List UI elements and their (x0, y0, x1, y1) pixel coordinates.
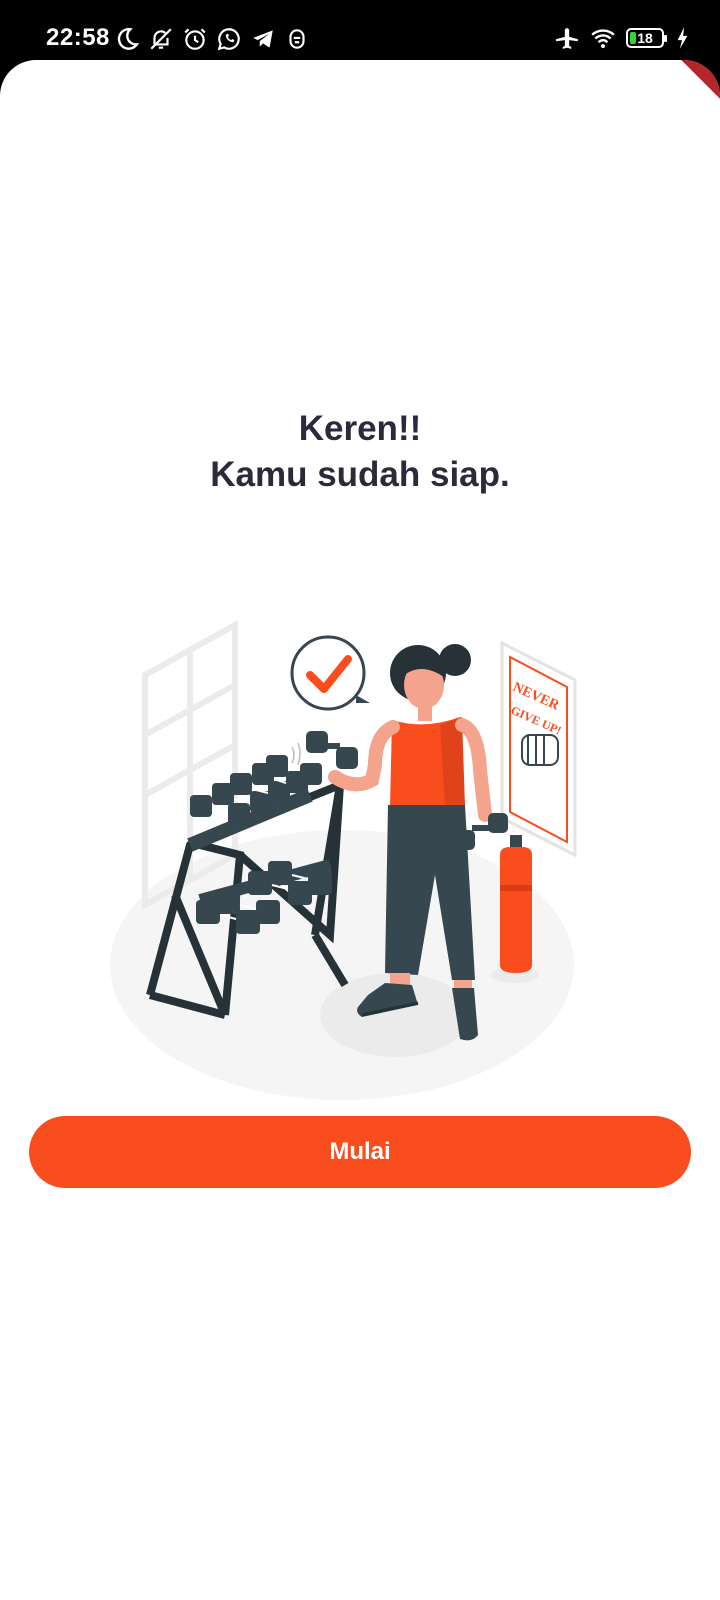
whatsapp-icon (217, 28, 240, 51)
clock: 22:58 (46, 24, 110, 51)
debug-banner (679, 60, 720, 109)
title-line-1: Keren!! (298, 409, 422, 448)
wifi-icon (591, 29, 615, 49)
charging-icon (677, 27, 688, 49)
window (142, 619, 238, 911)
checkmark-bubble (290, 635, 370, 711)
poster: NEVER GIVE UP! (500, 640, 577, 858)
moon-icon (117, 27, 140, 50)
fist-icon (521, 734, 559, 766)
battery-icon: 18 (626, 28, 667, 48)
airplane-icon (556, 28, 578, 49)
bell-off-icon (150, 28, 172, 50)
start-button[interactable]: Mulai (29, 1116, 691, 1188)
page-title: Keren!! Kamu sudah siap. (0, 406, 720, 498)
status-bar: 22:58 18 (0, 0, 720, 62)
system-icons: 18 (554, 22, 690, 54)
app-notification-icon (289, 29, 305, 49)
alarm-icon (184, 28, 206, 50)
notification-icons (114, 24, 310, 54)
telegram-icon (253, 30, 273, 48)
battery-level: 18 (637, 30, 653, 46)
workout-illustration: NEVER GIVE UP! (110, 619, 577, 1100)
title-line-2: Kamu sudah siap. (210, 455, 510, 494)
main-sheet: Keren!! Kamu sudah siap. NEVER GIVE UP! (0, 60, 720, 1600)
